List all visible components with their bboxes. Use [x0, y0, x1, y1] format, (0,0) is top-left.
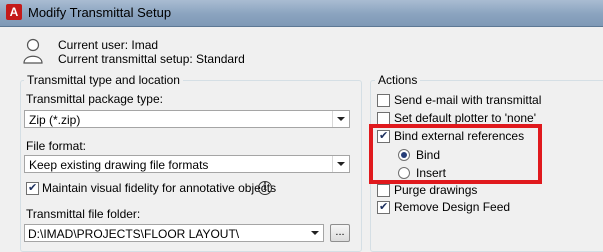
- current-setup-text: Current transmittal setup: Standard: [58, 52, 245, 66]
- folder-label: Transmittal file folder:: [26, 207, 141, 221]
- folder-input[interactable]: D:\IMAD\PROJECTS\FLOOR LAYOUT\: [24, 224, 324, 242]
- visual-fidelity-label: Maintain visual fidelity for annotative …: [42, 181, 277, 195]
- title-bar: A Modify Transmittal Setup: [0, 0, 603, 27]
- send-email-label: Send e-mail with transmittal: [394, 93, 542, 107]
- remove-design-feed-checkbox[interactable]: [377, 200, 390, 214]
- visual-fidelity-checkbox[interactable]: [26, 181, 39, 195]
- file-format-label: File format:: [26, 139, 87, 153]
- info-icon[interactable]: i: [258, 181, 272, 195]
- annotation-highlight: [369, 124, 542, 184]
- purge-checkbox[interactable]: [377, 184, 390, 197]
- browse-button[interactable]: ...: [330, 224, 350, 242]
- user-icon: [23, 38, 43, 64]
- remove-design-feed-label: Remove Design Feed: [394, 200, 511, 214]
- file-format-value: Keep existing drawing file formats: [29, 158, 209, 172]
- folder-value: D:\IMAD\PROJECTS\FLOOR LAYOUT\: [28, 227, 240, 241]
- window-title: Modify Transmittal Setup: [28, 5, 172, 20]
- chevron-down-icon[interactable]: [332, 111, 349, 127]
- file-format-dropdown[interactable]: Keep existing drawing file formats: [24, 155, 350, 173]
- package-type-value: Zip (*.zip): [29, 113, 81, 127]
- current-user-text: Current user: Imad: [58, 38, 159, 52]
- send-email-checkbox[interactable]: [377, 94, 390, 107]
- package-type-dropdown[interactable]: Zip (*.zip): [24, 110, 350, 128]
- actions-group-label: Actions: [375, 73, 421, 87]
- transmittal-type-group-label: Transmittal type and location: [24, 73, 183, 87]
- autocad-logo-icon: A: [6, 4, 22, 20]
- purge-label: Purge drawings: [394, 183, 478, 197]
- default-plotter-label: Set default plotter to 'none': [394, 111, 537, 125]
- chevron-down-icon[interactable]: [307, 225, 323, 241]
- chevron-down-icon[interactable]: [332, 156, 349, 172]
- package-type-label: Transmittal package type:: [26, 92, 163, 106]
